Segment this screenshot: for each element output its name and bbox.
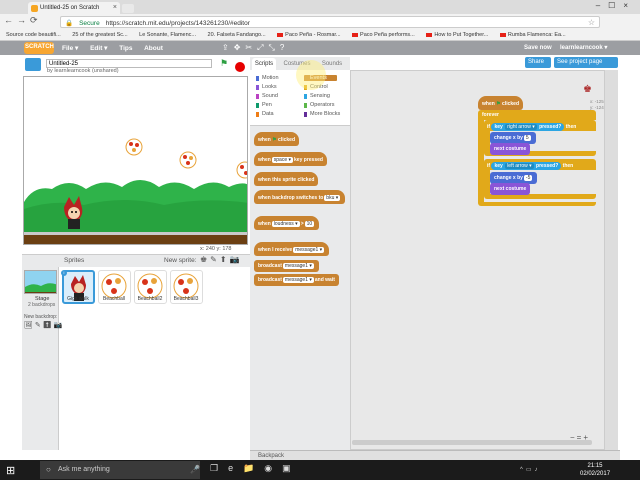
taskbar-clock[interactable]: 21:15 02/02/2017 — [580, 462, 610, 478]
project-title-input[interactable]: Untitled-25 — [46, 59, 212, 68]
bookmark-item[interactable]: Le Sonante, Flamenc... — [139, 32, 196, 38]
bookmark-star-icon[interactable]: ☆ — [588, 18, 595, 27]
system-tray-icons[interactable]: ^▭♪ — [520, 466, 540, 473]
menu-edit[interactable]: Edit ▾ — [90, 45, 107, 52]
edit-tools-icons[interactable]: ⇪✥✂⤢⤡? — [222, 43, 289, 53]
url-field[interactable]: 🔒 Secure https://scratch.mit.edu/projects/… — [60, 16, 600, 28]
sprite-name: Beachball2 — [137, 296, 163, 302]
user-menu[interactable]: learnlearncook ▾ — [560, 44, 607, 51]
block-when-backdrop-switches[interactable]: when backdrop switches to bku ▾ — [254, 190, 346, 204]
tab-title: Untitled-25 on Scratch — [40, 5, 100, 11]
nav-buttons[interactable]: ←→⟳ — [4, 15, 42, 26]
url-text: https://scratch.mit.edu/projects/1432612… — [105, 20, 250, 27]
project-byline: by learnlearncook (unshared) — [47, 68, 119, 74]
script-when-flag-clicked[interactable]: when ⚑ clicked — [478, 96, 524, 110]
block-next-costume[interactable]: next costume — [490, 183, 531, 195]
category-looks[interactable]: Looks — [256, 84, 277, 90]
save-now-link[interactable]: Save now — [524, 45, 552, 51]
bookmarks-bar: Source code beautifi... 25 of the greate… — [0, 30, 640, 41]
category-data[interactable]: Data — [256, 111, 274, 117]
green-flag-icon[interactable]: ⚑ — [220, 59, 229, 68]
scripts-scrollbar[interactable] — [605, 70, 618, 450]
scratch-favicon-icon — [31, 5, 38, 12]
block-palette: when ⚑ clicked when space ▾ key pressed wh… — [250, 126, 350, 450]
new-backdrop-label: New backdrop: — [24, 314, 58, 320]
see-project-page-button[interactable]: See project page — [554, 57, 618, 68]
category-sound[interactable]: Sound — [256, 93, 278, 99]
bookmark-item[interactable]: Paco Peña performs... — [352, 32, 415, 38]
block-broadcast[interactable]: broadcast message1 ▾ — [254, 260, 319, 272]
ball-1 — [125, 138, 143, 156]
category-sensing[interactable]: Sensing — [304, 93, 330, 99]
share-button[interactable]: Share — [525, 57, 551, 68]
stage-coordinates: x: 240 y: 178 — [200, 246, 232, 252]
new-sprite-icons[interactable]: ♚✎⬆📷 — [200, 255, 243, 264]
new-tab-button[interactable] — [122, 4, 134, 13]
close-tab-icon[interactable]: × — [113, 4, 117, 11]
bookmark-item[interactable]: 25 of the greatest Sc... — [72, 32, 127, 38]
category-motion[interactable]: Motion — [256, 75, 279, 81]
stage-scene — [24, 77, 247, 244]
sprite-info-icon[interactable]: i — [61, 270, 67, 276]
block-broadcast-and-wait[interactable]: broadcast message1 ▾ and wait — [254, 274, 339, 286]
block-when-key-pressed[interactable]: when space ▾ key pressed — [254, 152, 327, 166]
sprites-title: Sprites — [64, 257, 85, 264]
presentation-mode-icon[interactable] — [25, 58, 41, 71]
stop-sign-icon[interactable] — [235, 62, 245, 72]
clock-time: 21:15 — [587, 463, 603, 469]
block-when-flag-clicked[interactable]: when ⚑ clicked — [254, 132, 300, 146]
menu-file[interactable]: File ▾ — [62, 45, 78, 52]
microphone-icon[interactable]: 🎤 — [190, 465, 200, 474]
block-next-costume[interactable]: next costume — [490, 143, 531, 155]
bookmark-item[interactable]: Source code beautifi... — [6, 32, 61, 38]
stage-thumbnail-panel[interactable] — [22, 267, 59, 450]
secure-lock-icon: 🔒 — [65, 20, 74, 27]
ball-2 — [179, 151, 197, 169]
pinned-apps[interactable]: ❐e📁◉▣ — [210, 463, 301, 474]
scratch-logo[interactable]: SCRATCH — [24, 42, 54, 54]
new-backdrop-icons[interactable]: 🖼✎⬆📷 — [24, 321, 64, 329]
menu-about[interactable]: About — [144, 45, 163, 52]
sprite-name: Beachball — [103, 296, 125, 302]
browser-tab[interactable]: Untitled-25 on Scratch × — [28, 2, 120, 14]
secure-label: Secure — [79, 20, 100, 27]
category-pen[interactable]: Pen — [256, 102, 272, 108]
sprite-name: Gigs walk — [67, 296, 89, 302]
current-sprite-icon: ♚ — [583, 84, 592, 95]
ball-3 — [236, 161, 247, 179]
search-placeholder: Ask me anything — [58, 466, 110, 473]
bookmark-item[interactable]: 20. Falseta Fandango... — [208, 32, 266, 38]
block-when-i-receive[interactable]: when I receive message1 ▾ — [254, 242, 330, 256]
cursor-highlight — [296, 60, 326, 90]
cortana-search[interactable]: ○ Ask me anything — [40, 461, 200, 479]
category-more-blocks[interactable]: More Blocks — [304, 111, 340, 117]
block-when-loudness[interactable]: when loudness ▾ >10 — [254, 216, 320, 230]
scripts-hscrollbar[interactable] — [352, 440, 592, 445]
bookmark-item[interactable]: How to Put Together... — [426, 32, 488, 38]
search-icon: ○ — [46, 465, 51, 474]
category-operators[interactable]: Operators — [304, 102, 334, 108]
clock-date: 02/02/2017 — [580, 471, 611, 477]
menu-list: File ▾ Edit ▾ Tips About — [62, 44, 173, 52]
menu-tips[interactable]: Tips — [119, 45, 132, 52]
zoom-controls[interactable]: −=+ — [570, 433, 590, 442]
tab-scripts[interactable]: Scripts — [252, 58, 276, 70]
new-sprite-label: New sprite: — [164, 257, 197, 264]
bookmark-item[interactable]: Rumba Flamenca: Ea... — [500, 32, 566, 38]
sprite-name: Beachball3 — [173, 296, 199, 302]
stage-canvas[interactable] — [23, 76, 248, 245]
backpack-panel[interactable]: Backpack — [250, 450, 620, 460]
bookmark-item[interactable]: Paco Peña - Rosmar... — [277, 32, 340, 38]
stage-thumbnail[interactable] — [24, 270, 57, 294]
windows-start-icon[interactable]: ⊞ — [6, 464, 15, 477]
window-controls[interactable]: –☐× — [596, 1, 636, 10]
stage-backdrops-count: 2 backdrops — [28, 302, 56, 308]
block-when-sprite-clicked[interactable]: when this sprite clicked — [254, 172, 319, 186]
